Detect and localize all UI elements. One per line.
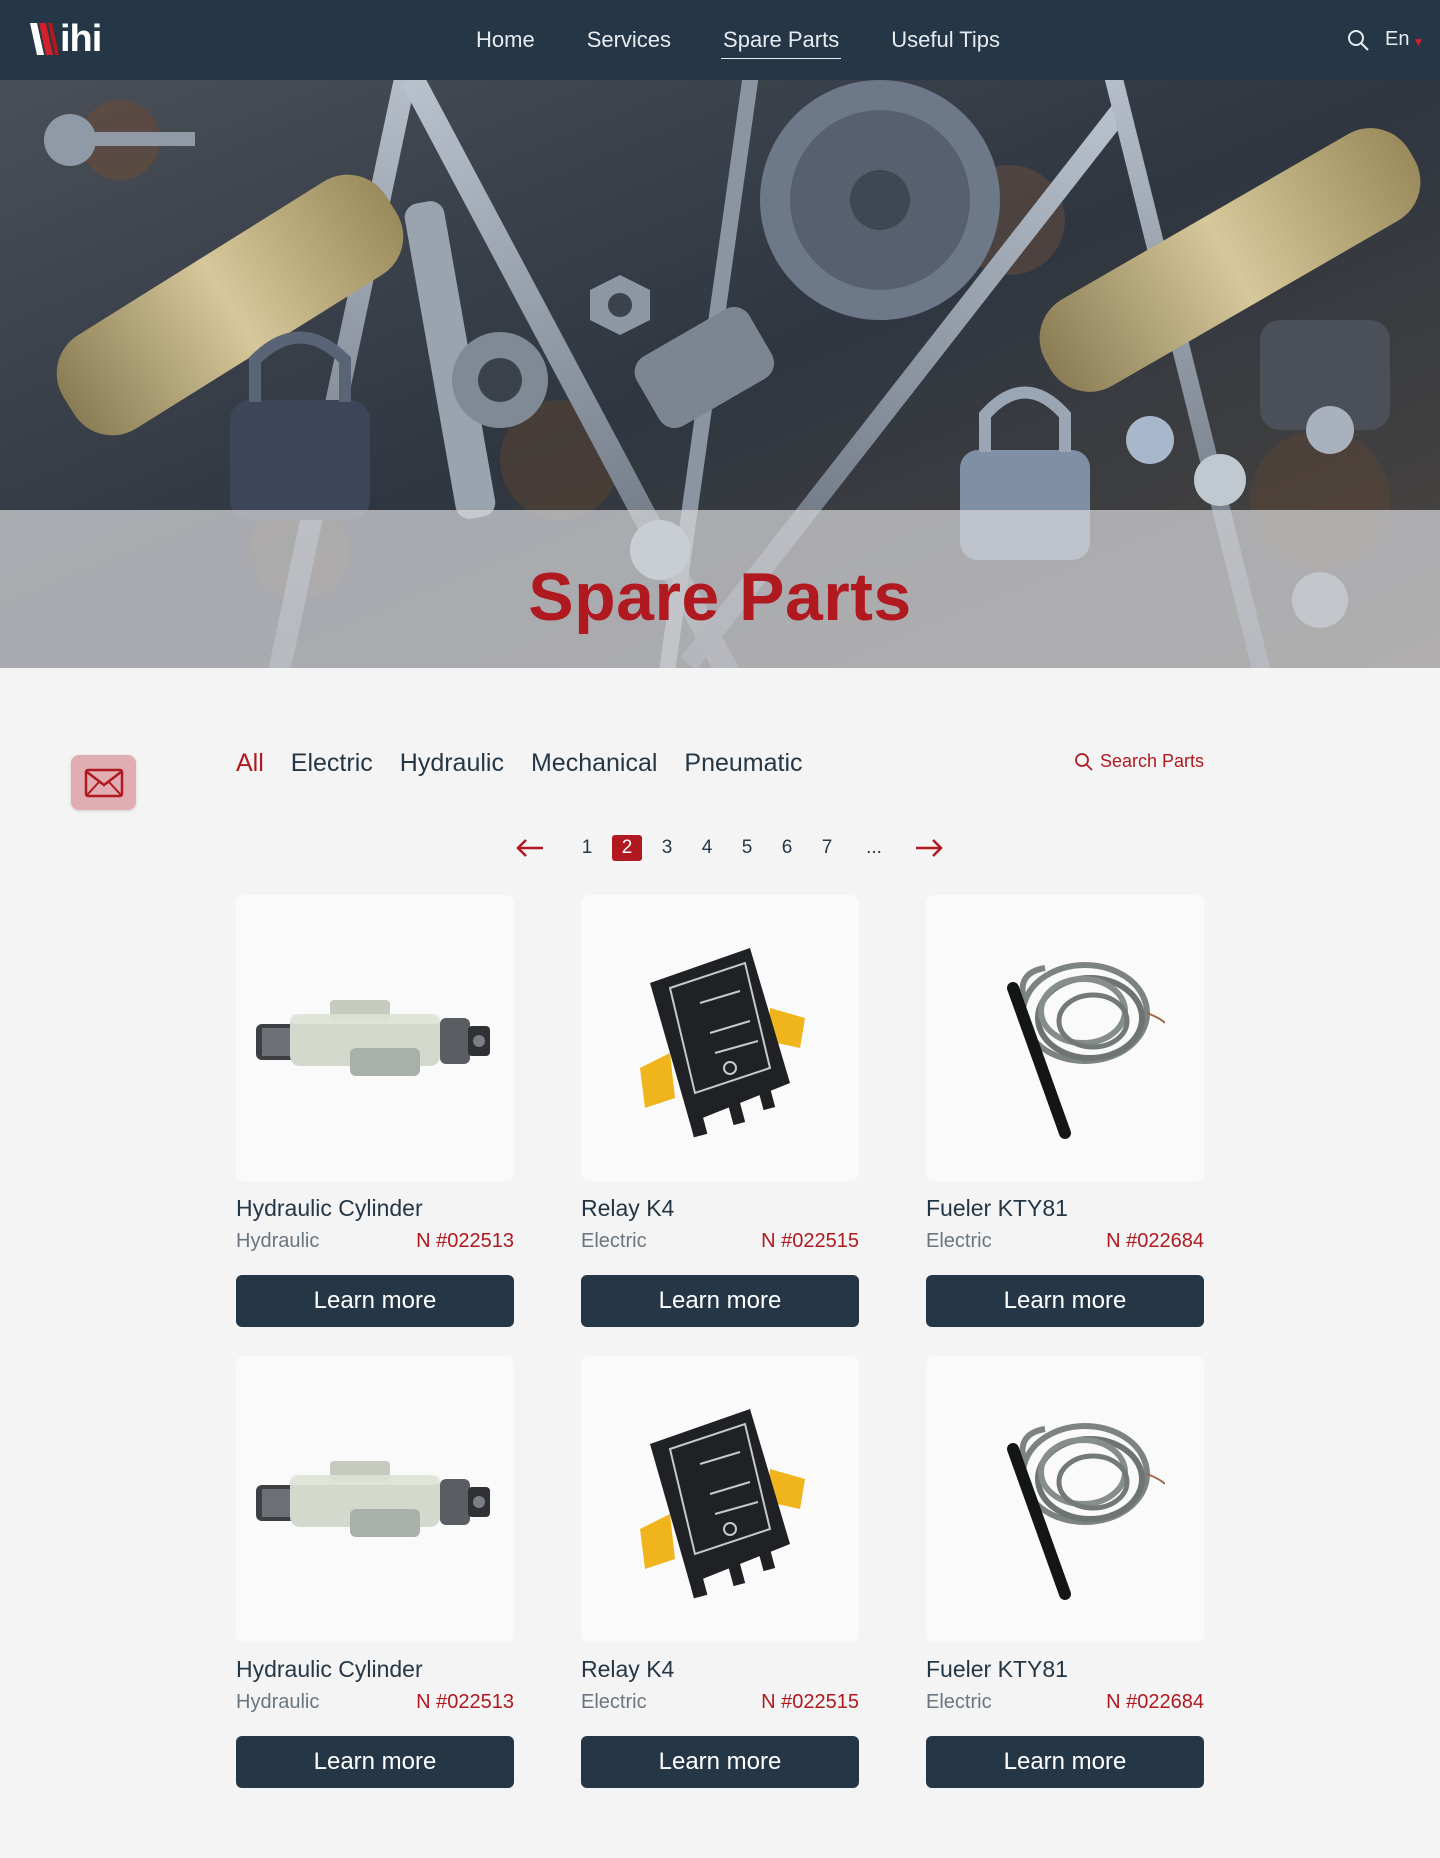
product-image[interactable] (581, 1356, 859, 1642)
main-nav: Home Services Spare Parts Useful Tips (450, 0, 1026, 80)
language-label: En (1385, 28, 1410, 50)
product-name[interactable]: Fueler KTY81 (926, 1654, 1204, 1684)
learn-more-button[interactable]: Learn more (581, 1736, 859, 1788)
page-6[interactable]: 6 (772, 835, 802, 861)
product-image[interactable] (236, 1356, 514, 1642)
learn-more-button[interactable]: Learn more (926, 1736, 1204, 1788)
arrow-right-icon (916, 839, 943, 857)
product-meta: Electric N #022515 (581, 1227, 859, 1255)
product-card: Relay K4 Electric N #022515 Learn more (581, 1356, 859, 1788)
product-card: Hydraulic Cylinder Hydraulic N #022513 L… (236, 895, 514, 1327)
product-meta: Electric N #022515 (581, 1688, 859, 1716)
site-header: ihi Home Services Spare Parts Useful Tip… (0, 0, 1440, 80)
product-name[interactable]: Fueler KTY81 (926, 1193, 1204, 1223)
page-7[interactable]: 7 (812, 835, 842, 861)
product-category: Electric (926, 1691, 992, 1713)
page-3[interactable]: 3 (652, 835, 682, 861)
search-parts-button[interactable]: Search Parts (1074, 751, 1204, 772)
hero-banner: Spare Parts (0, 80, 1440, 668)
search-parts-label: Search Parts (1100, 751, 1205, 771)
product-category: Hydraulic (236, 1691, 320, 1713)
logo-text: ihi (60, 18, 102, 60)
language-selector[interactable]: En ▼ (1385, 28, 1424, 51)
product-number: N #022513 (416, 1230, 514, 1252)
filter-pneumatic[interactable]: Pneumatic (684, 749, 802, 778)
arrow-left-icon (516, 839, 543, 857)
learn-more-button[interactable]: Learn more (581, 1275, 859, 1327)
product-name[interactable]: Relay K4 (581, 1654, 859, 1684)
product-meta: Electric N #022684 (926, 1227, 1204, 1255)
next-page-button[interactable] (914, 833, 944, 863)
hydraulic-cylinder-image (256, 1000, 490, 1076)
product-card: Fueler KTY81 Electric N #022684 Learn mo… (926, 895, 1204, 1327)
product-card: Fueler KTY81 Electric N #022684 Learn mo… (926, 1356, 1204, 1788)
search-icon (1075, 752, 1093, 771)
pagination: 1 2 3 4 5 6 7 ... (515, 833, 944, 863)
hydraulic-cylinder-image (256, 1461, 490, 1537)
product-card: Hydraulic Cylinder Hydraulic N #022513 L… (236, 1356, 514, 1788)
filter-all[interactable]: All (236, 749, 264, 778)
learn-more-button[interactable]: Learn more (926, 1275, 1204, 1327)
product-number: N #022513 (416, 1691, 514, 1713)
caret-down-icon: ▼ (1412, 34, 1425, 49)
product-meta: Electric N #022684 (926, 1688, 1204, 1716)
relay-image (640, 1409, 805, 1599)
product-number: N #022515 (761, 1691, 859, 1713)
product-meta: Hydraulic N #022513 (236, 1688, 514, 1716)
product-image[interactable] (926, 895, 1204, 1181)
category-filters: All Electric Hydraulic Mechanical Pneuma… (236, 745, 830, 781)
product-image[interactable] (236, 895, 514, 1181)
product-number: N #022515 (761, 1230, 859, 1252)
product-image[interactable] (581, 895, 859, 1181)
nav-services[interactable]: Services (585, 23, 673, 57)
product-number: N #022684 (1106, 1230, 1204, 1252)
logo-mark-icon (30, 23, 59, 55)
contact-mail-button[interactable] (71, 755, 136, 810)
filter-electric[interactable]: Electric (291, 749, 373, 778)
learn-more-button[interactable]: Learn more (236, 1275, 514, 1327)
relay-image (640, 948, 805, 1138)
nav-home[interactable]: Home (474, 23, 537, 57)
page-4[interactable]: 4 (692, 835, 722, 861)
prev-page-button[interactable] (515, 833, 545, 863)
page-5[interactable]: 5 (732, 835, 762, 861)
nav-spare-parts[interactable]: Spare Parts (721, 23, 842, 59)
page-1[interactable]: 1 (572, 835, 602, 861)
product-image[interactable] (926, 1356, 1204, 1642)
sensor-cable-image (1007, 962, 1165, 1139)
envelope-icon (84, 768, 123, 797)
page-title: Spare Parts (528, 559, 912, 635)
product-number: N #022684 (1106, 1691, 1204, 1713)
product-category: Electric (926, 1230, 992, 1252)
page-ellipsis: ... (866, 837, 882, 858)
product-card: Relay K4 Electric N #022515 Learn more (581, 895, 859, 1327)
product-category: Hydraulic (236, 1230, 320, 1252)
sensor-cable-image (1007, 1423, 1165, 1600)
learn-more-button[interactable]: Learn more (236, 1736, 514, 1788)
logo[interactable]: ihi (28, 18, 102, 60)
product-name[interactable]: Relay K4 (581, 1193, 859, 1223)
product-name[interactable]: Hydraulic Cylinder (236, 1193, 514, 1223)
product-meta: Hydraulic N #022513 (236, 1227, 514, 1255)
page-2-current[interactable]: 2 (612, 835, 642, 861)
product-category: Electric (581, 1691, 647, 1713)
filter-hydraulic[interactable]: Hydraulic (400, 749, 504, 778)
product-name[interactable]: Hydraulic Cylinder (236, 1654, 514, 1684)
filter-mechanical[interactable]: Mechanical (531, 749, 657, 778)
nav-useful-tips[interactable]: Useful Tips (889, 23, 1002, 57)
search-icon[interactable] (1346, 28, 1370, 52)
product-category: Electric (581, 1230, 647, 1252)
